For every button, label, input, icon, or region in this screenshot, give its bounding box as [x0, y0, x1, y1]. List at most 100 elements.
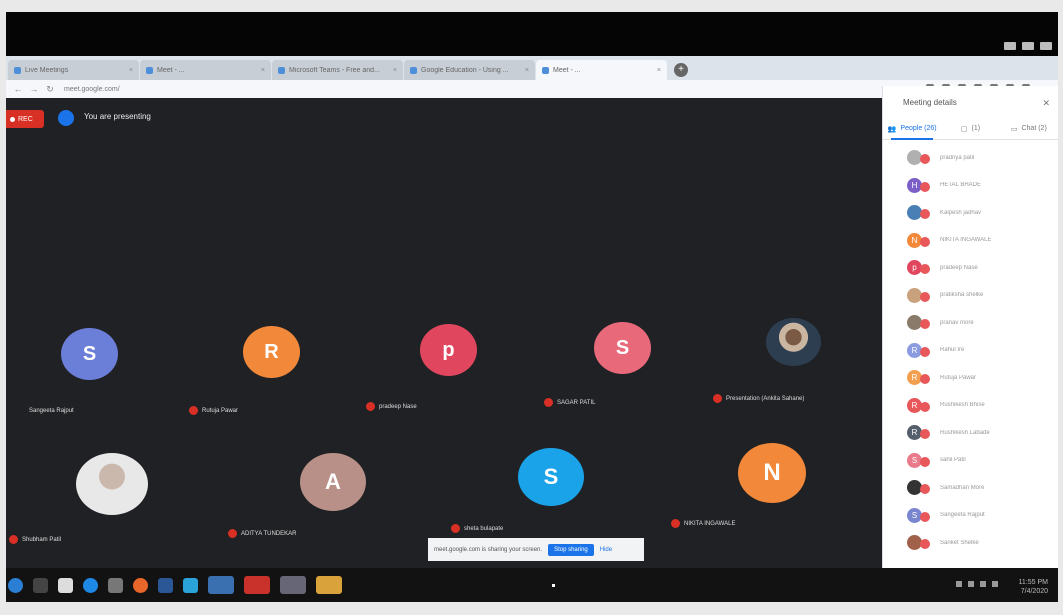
status-badge-icon: [920, 401, 930, 412]
participant-row-avatar: H: [907, 177, 930, 193]
stop-sharing-button[interactable]: Stop sharing: [548, 543, 594, 556]
participant-photo: [766, 318, 821, 366]
participant-row-name: Rushikesh Bhise: [940, 402, 985, 409]
participant-row[interactable]: R Rutuja Pawar: [883, 364, 1058, 392]
participant-row[interactable]: pratiksha shelke: [883, 282, 1058, 310]
taskbar-window-icon[interactable]: [208, 576, 234, 594]
participant-tile[interactable]: p pradeep Nase: [366, 318, 558, 448]
word-icon[interactable]: [158, 577, 173, 593]
tab-close-icon[interactable]: ×: [261, 67, 265, 74]
presenting-icon: [58, 110, 74, 126]
participant-row[interactable]: p pradeep Nase: [883, 254, 1058, 282]
participant-row-avatar: [907, 480, 930, 496]
participant-row[interactable]: pradnya patil: [883, 144, 1058, 172]
chrome-icon[interactable]: [316, 576, 342, 594]
tab-close-icon[interactable]: ×: [525, 67, 529, 74]
tab-people[interactable]: 👥 People (26): [883, 118, 941, 140]
tray-icon[interactable]: [968, 581, 974, 587]
minimize-icon[interactable]: [1004, 42, 1016, 50]
tab-label: Microsoft Teams - Free and...: [289, 66, 380, 74]
status-badge-icon: [920, 374, 930, 385]
participant-row[interactable]: R Rushikesh Bhise: [883, 392, 1058, 420]
status-badge-icon: [920, 264, 930, 275]
clock[interactable]: 11:55 PM 7/4/2020: [1019, 578, 1048, 596]
participant-avatar: p: [420, 324, 477, 376]
firefox-icon[interactable]: [133, 577, 148, 593]
participant-row[interactable]: H HETAL BHADE: [883, 172, 1058, 200]
status-badge-icon: [920, 209, 930, 220]
store-icon[interactable]: [108, 577, 123, 593]
reload-icon[interactable]: ↻: [44, 84, 56, 95]
participant-row[interactable]: Sanket Shelke: [883, 529, 1058, 557]
status-badge-icon: [920, 539, 930, 550]
participant-row[interactable]: Ssahil Patil: [883, 447, 1058, 475]
start-icon[interactable]: [8, 577, 23, 593]
edge-icon[interactable]: [83, 577, 98, 593]
participant-row[interactable]: R Rahul Ire: [883, 337, 1058, 365]
panel-tabs: 👥 People (26) ▢ (1) ▭ Chat (2): [883, 118, 1058, 140]
new-tab-button[interactable]: +: [674, 63, 688, 77]
tray-icon[interactable]: [992, 581, 998, 587]
participant-name: pradeep Nase: [366, 402, 417, 411]
taskbar-window-icon[interactable]: [280, 576, 306, 594]
avatar-initial: N: [763, 459, 781, 486]
clock-date: 7/4/2020: [1020, 588, 1048, 595]
participant-row[interactable]: R Rushikesh Labade: [883, 419, 1058, 447]
participant-row[interactable]: Samadhan More: [883, 474, 1058, 502]
app-icon[interactable]: [183, 577, 198, 593]
people-list: pradnya patil H HETAL BHADE Kalpesh jadhav N…: [883, 144, 1058, 557]
participant-tile[interactable]: Shubham Patil: [9, 453, 236, 583]
tab-label: Live Meetings: [25, 66, 69, 74]
participant-row-avatar: [907, 205, 930, 221]
participant-row[interactable]: pranav more: [883, 309, 1058, 337]
task-view-icon[interactable]: [33, 577, 48, 593]
back-icon[interactable]: ←: [12, 84, 24, 94]
avatar-initial: S: [911, 510, 918, 520]
url-field[interactable]: meet.google.com/: [64, 86, 120, 93]
file-explorer-icon[interactable]: [58, 577, 73, 593]
participant-row[interactable]: Kalpesh jadhav: [883, 199, 1058, 227]
panel-close-button[interactable]: ✕: [1042, 98, 1050, 109]
hide-share-bar-button[interactable]: Hide: [600, 547, 612, 553]
browser-tab[interactable]: Microsoft Teams - Free and... ×: [272, 60, 403, 80]
tab-attachments[interactable]: ▢ (1): [941, 118, 999, 139]
participant-tile[interactable]: S Sangeeta Rajput: [29, 318, 216, 448]
browser-tab[interactable]: Live Meetings ×: [8, 60, 139, 80]
tray-icon[interactable]: [980, 581, 986, 587]
browser-tab-active[interactable]: Meet - ... ×: [536, 60, 667, 80]
browser-tab[interactable]: Meet - ... ×: [140, 60, 271, 80]
participant-row-name: NIKITA INGAWALE: [940, 237, 992, 244]
participant-name-text: SAGAR PATIL: [557, 399, 596, 406]
tab-chat[interactable]: ▭ Chat (2): [1000, 118, 1058, 139]
participant-name-text: Shubham Patil: [22, 536, 62, 543]
forward-icon[interactable]: →: [28, 84, 40, 94]
tab-label: Chat (2): [1021, 125, 1047, 132]
participant-row-avatar: p: [907, 260, 930, 276]
status-badge-icon: [920, 484, 930, 495]
participant-row-avatar: R: [907, 342, 930, 358]
participant-row[interactable]: S Sangeeta Rajput: [883, 502, 1058, 530]
tab-close-icon[interactable]: ×: [129, 67, 133, 74]
participant-row[interactable]: N NIKITA INGAWALE: [883, 227, 1058, 255]
participant-row-avatar: N: [907, 232, 930, 248]
avatar-initial: R: [264, 340, 279, 363]
participant-avatar: R: [243, 326, 300, 378]
recording-badge: REC: [6, 110, 44, 128]
maximize-icon[interactable]: [1022, 42, 1034, 50]
mic-muted-icon: [189, 406, 198, 415]
participant-tile[interactable]: S SAGAR PATIL: [544, 318, 736, 448]
participant-tile[interactable]: A ADITYA TUNDEKAR: [228, 453, 446, 583]
tab-close-icon[interactable]: ×: [393, 67, 397, 74]
tab-close-icon[interactable]: ×: [657, 67, 661, 74]
browser-tab[interactable]: Google Education - Using ... ×: [404, 60, 535, 80]
participant-tile[interactable]: R Rutuja Pawar: [189, 318, 381, 448]
powerpoint-icon[interactable]: [244, 576, 270, 594]
attachment-icon: ▢: [960, 125, 968, 133]
status-badge-icon: [920, 154, 930, 165]
tray-icon[interactable]: [956, 581, 962, 587]
screen-share-bar: meet.google.com is sharing your screen. …: [428, 538, 644, 561]
screen: Live Meetings × Meet - ... × Microsoft Tea…: [6, 12, 1058, 602]
participant-tile[interactable]: N NIKITA INGAWALE: [671, 443, 886, 573]
browser-tabstrip: Live Meetings × Meet - ... × Microsoft Tea…: [6, 56, 1058, 80]
close-icon[interactable]: [1040, 42, 1052, 50]
